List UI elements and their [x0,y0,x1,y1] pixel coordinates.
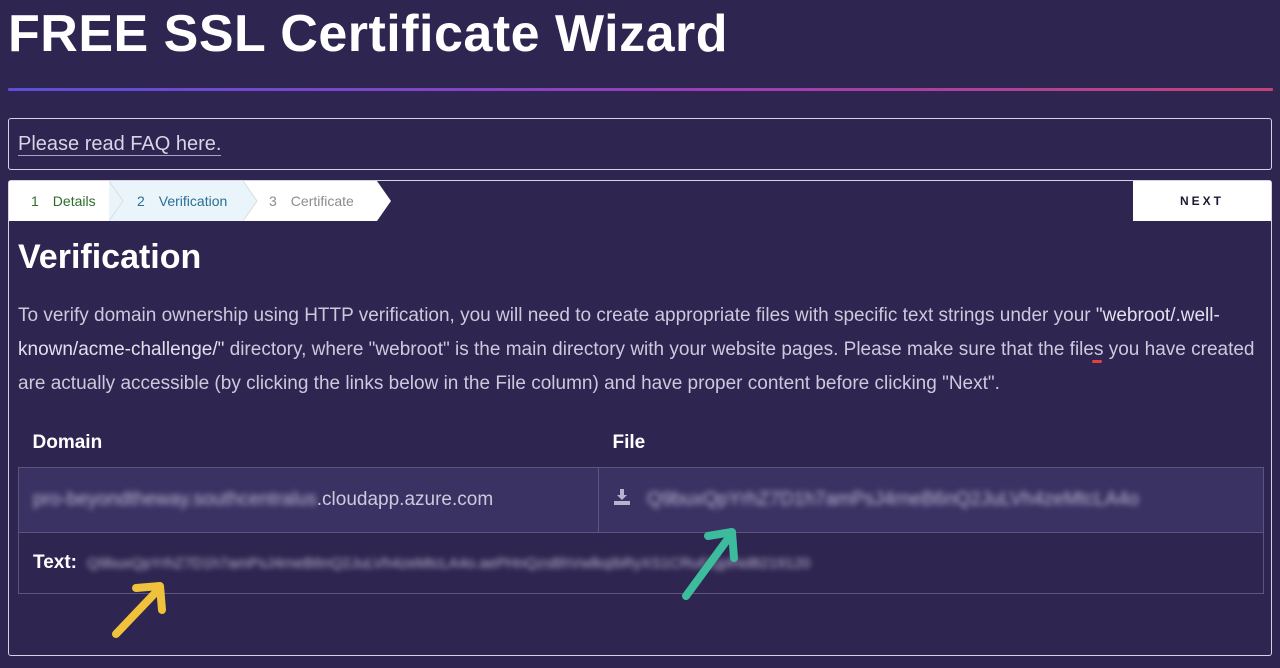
text-cell: Text: Q9buxQpYrhZ7D1h7amPsJ4rneB6nQ2JuLVh… [18,532,1264,594]
step-certificate[interactable]: 3 Certificate [241,181,391,221]
step-number: 1 [31,193,39,209]
step-label: Verification [158,193,228,209]
faq-panel: Please read FAQ here. [8,118,1272,170]
download-icon[interactable] [613,488,631,512]
page-title: FREE SSL Certificate Wizard [8,5,729,63]
file-link-redacted[interactable]: Q9buxQpYrhZ7D1h7amPsJ4rneB6nQ2JuLVh4zeMt… [647,489,1139,510]
yellow-arrow-icon [112,582,166,638]
text-label: Text: [33,552,77,573]
column-header-file: File [612,432,646,453]
domain-prefix-redacted: pro-beyondtheway.southcentralus [33,489,317,510]
step-verification[interactable]: 2 Verification [109,181,259,221]
title-divider [8,88,1273,91]
verification-instructions: To verify domain ownership using HTTP ve… [18,299,1258,401]
column-header-domain: Domain [32,432,103,453]
verification-table: Domain File pro-beyondtheway.southcentra… [18,419,1264,594]
step-number: 2 [137,193,145,209]
table-row: pro-beyondtheway.southcentralus.cloudapp… [18,467,1264,533]
intro-text: To verify domain ownership using HTTP ve… [18,305,1096,326]
table-header-row: Domain File [19,419,1264,468]
domain-suffix: .cloudapp.azure.com [316,489,494,510]
section-title: Verification [18,238,202,276]
teal-arrow-icon [682,528,738,600]
domain-cell: pro-beyondtheway.southcentralus.cloudapp… [18,467,599,533]
wizard-panel: 1 Details 3 Certificate 2 Verification NEXT… [8,180,1272,656]
wizard-steps: 1 Details 3 Certificate 2 Verification [9,181,391,221]
next-button[interactable]: NEXT [1133,181,1271,221]
step-label: Details [52,193,96,209]
step-label: Certificate [290,193,354,209]
faq-link[interactable]: Please read FAQ here. [18,133,222,156]
step-number: 3 [269,193,277,209]
table-row-text: Text: Q9buxQpYrhZ7D1h7amPsJ4rneB6nQ2JuLVh… [18,532,1264,594]
